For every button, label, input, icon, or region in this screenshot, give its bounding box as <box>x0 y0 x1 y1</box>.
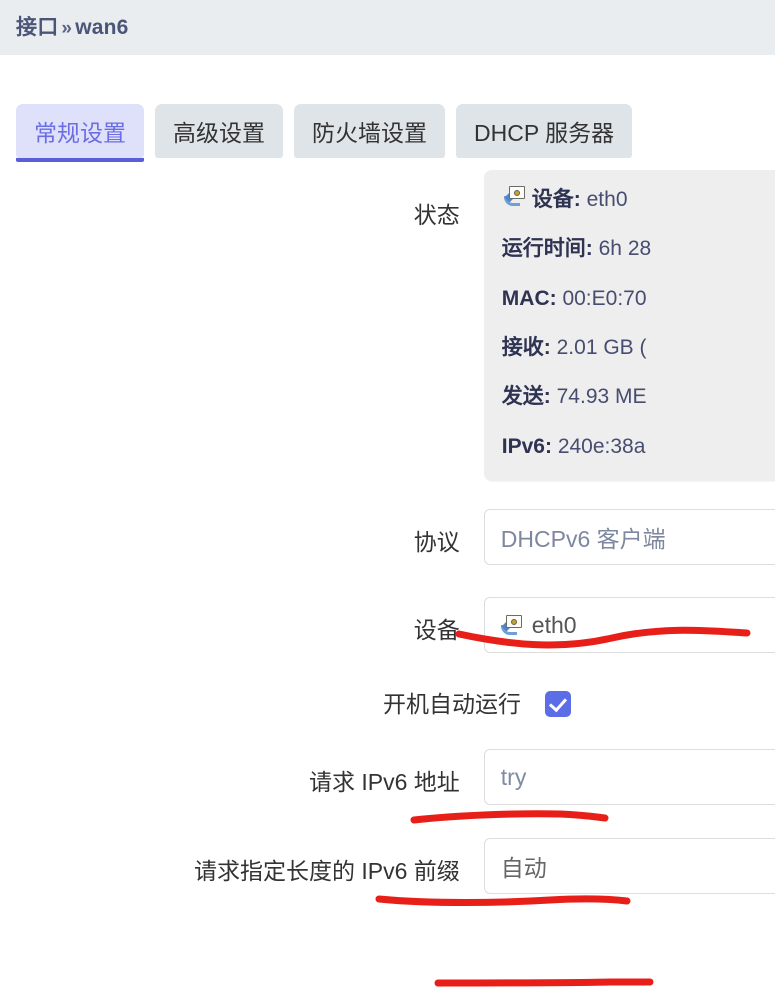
annotation-stroke-ipv6-address <box>375 895 631 906</box>
status-key: 设备: <box>531 188 581 211</box>
bringup-on-boot-checkbox[interactable] <box>545 691 571 718</box>
status-value: 6h 28 <box>598 237 652 261</box>
tab-label: 高级设置 <box>173 120 265 146</box>
tab-firewall-settings[interactable]: 防火墙设置 <box>294 104 445 158</box>
request-ipv6-address-value: try <box>500 763 527 790</box>
tab-advanced-settings[interactable]: 高级设置 <box>155 104 283 158</box>
breadcrumb-separator: » <box>61 18 73 39</box>
status-line-ipv6: IPv6: 240e:38a <box>502 433 775 461</box>
breadcrumb-root[interactable]: 接口 <box>16 16 58 39</box>
status-field: 设备: eth0 运行时间: 6h 28 MAC: 00:E0:70 接收: 2… <box>483 170 775 482</box>
tab-general-settings[interactable]: 常规设置 <box>16 104 144 162</box>
status-value: 2.01 GB ( <box>556 336 647 360</box>
request-ipv6-address-label: 请求 IPv6 地址 <box>308 769 460 796</box>
status-line-rx: 接收: 2.01 GB ( <box>502 334 775 362</box>
request-ipv6-prefix-field: 自动 <box>483 838 775 895</box>
status-key: MAC: <box>501 286 557 310</box>
form-row-request-ipv6-prefix: 请求指定长度的 IPv6 前缀 自动 <box>0 838 775 895</box>
network-device-icon <box>500 615 523 636</box>
protocol-select[interactable]: DHCPv6 客户端 <box>483 509 775 566</box>
device-field: eth0 <box>483 597 775 654</box>
breadcrumb: 接口» wan6 <box>16 11 129 41</box>
tab-label: 防火墙设置 <box>312 120 427 146</box>
tab-bar: 常规设置 高级设置 防火墙设置 DHCP 服务器 <box>16 104 643 162</box>
request-ipv6-prefix-select[interactable]: 自动 <box>483 838 775 895</box>
status-key: IPv6: <box>501 434 552 458</box>
general-settings-form: 状态 设备: eth0 运行时间: 6h 28 MAC: 00:E0:70 接收… <box>0 170 775 895</box>
annotation-stroke-ipv6-prefix <box>434 978 654 987</box>
status-line-uptime: 运行时间: 6h 28 <box>502 235 775 263</box>
request-ipv6-prefix-value: 自动 <box>500 855 547 882</box>
request-ipv6-address-field: try <box>483 749 775 806</box>
tab-label: DHCP 服务器 <box>474 120 615 146</box>
status-line-mac: MAC: 00:E0:70 <box>502 285 775 313</box>
form-row-protocol: 协议 DHCPv6 客户端 <box>0 509 775 566</box>
protocol-field: DHCPv6 客户端 <box>483 509 775 566</box>
device-select[interactable]: eth0 <box>483 597 775 654</box>
form-row-request-ipv6-address: 请求 IPv6 地址 try <box>0 749 775 806</box>
request-ipv6-prefix-label: 请求指定长度的 IPv6 前缀 <box>193 858 460 885</box>
network-device-icon <box>503 186 526 206</box>
status-line-device: 设备: eth0 <box>502 186 775 214</box>
device-label: 设备 <box>413 617 460 644</box>
form-row-bringup-on-boot: 开机自动运行 <box>0 685 775 719</box>
protocol-label: 协议 <box>413 529 460 556</box>
bringup-on-boot-label: 开机自动运行 <box>383 691 521 718</box>
form-row-status: 状态 设备: eth0 运行时间: 6h 28 MAC: 00:E0:70 接收… <box>0 170 775 482</box>
status-key: 发送: <box>501 385 551 409</box>
status-value: eth0 <box>586 188 628 211</box>
status-label: 状态 <box>413 202 460 228</box>
tab-label: 常规设置 <box>34 120 126 146</box>
bringup-on-boot-field <box>545 685 775 718</box>
interface-status-box: 设备: eth0 运行时间: 6h 28 MAC: 00:E0:70 接收: 2… <box>483 170 775 482</box>
device-selected-value: eth0 <box>531 611 577 638</box>
status-key: 运行时间: <box>501 237 593 261</box>
status-value: 240e:38a <box>557 434 646 458</box>
breadcrumb-current: wan6 <box>75 16 129 39</box>
status-line-tx: 发送: 74.93 ME <box>502 383 775 411</box>
form-row-device: 设备 eth0 <box>0 597 775 654</box>
tab-dhcp-server[interactable]: DHCP 服务器 <box>456 104 633 158</box>
page-header-bar: 接口» wan6 <box>0 0 775 55</box>
status-value: 74.93 ME <box>556 385 647 409</box>
status-key: 接收: <box>501 336 551 360</box>
protocol-selected-value: DHCPv6 客户端 <box>500 526 666 553</box>
status-value: 00:E0:70 <box>562 286 647 310</box>
request-ipv6-address-select[interactable]: try <box>483 749 775 806</box>
